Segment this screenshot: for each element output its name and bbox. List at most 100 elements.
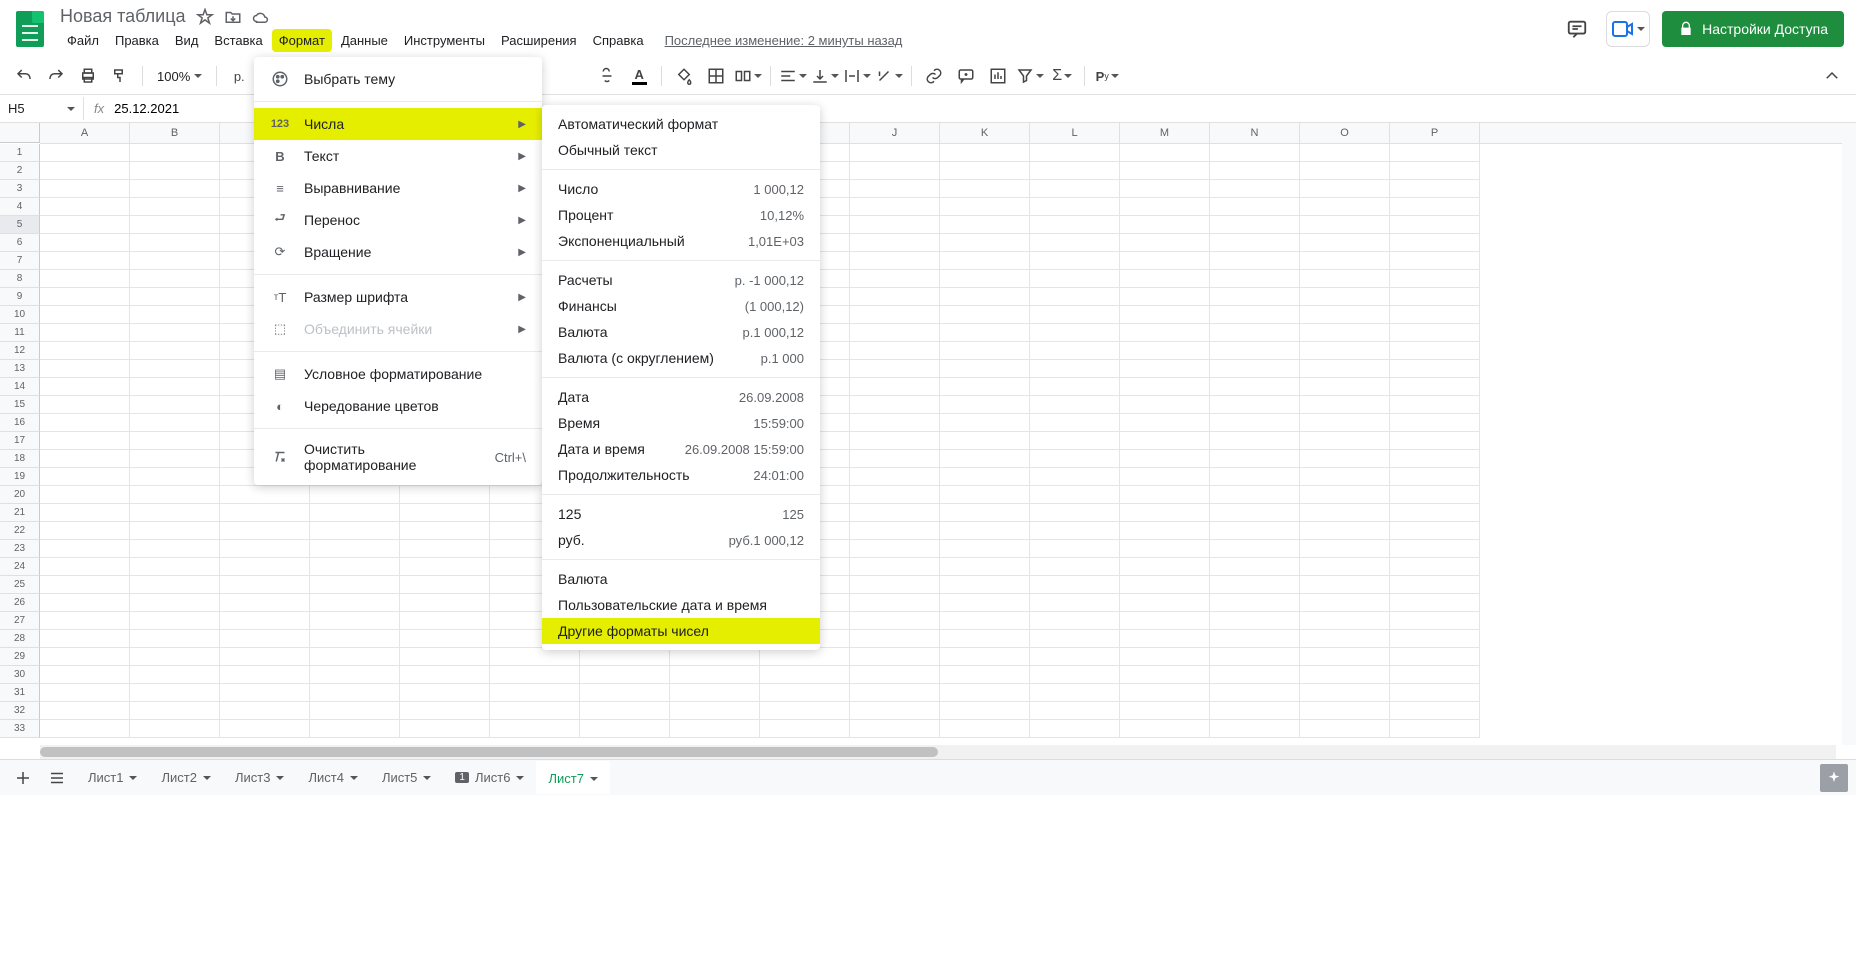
row-header[interactable]: 20 bbox=[0, 486, 40, 504]
cell[interactable] bbox=[940, 378, 1030, 396]
cell[interactable] bbox=[760, 720, 850, 738]
cell[interactable] bbox=[1210, 234, 1300, 252]
cell[interactable] bbox=[400, 504, 490, 522]
cell[interactable] bbox=[1120, 396, 1210, 414]
merge-button[interactable] bbox=[734, 62, 762, 90]
cell[interactable] bbox=[40, 288, 130, 306]
cell[interactable] bbox=[1030, 288, 1120, 306]
cell[interactable] bbox=[1030, 198, 1120, 216]
cell[interactable] bbox=[400, 486, 490, 504]
cell[interactable] bbox=[1210, 342, 1300, 360]
submenu-item[interactable]: Другие форматы чисел bbox=[542, 618, 820, 644]
cell[interactable] bbox=[940, 270, 1030, 288]
cell[interactable] bbox=[1390, 288, 1480, 306]
cell[interactable] bbox=[1120, 306, 1210, 324]
cell[interactable] bbox=[40, 414, 130, 432]
submenu-item[interactable]: Пользовательские дата и время bbox=[542, 592, 820, 618]
cell[interactable] bbox=[1120, 450, 1210, 468]
cell[interactable] bbox=[220, 486, 310, 504]
menu-item[interactable]: ⮐Перенос▶ bbox=[254, 204, 542, 236]
cell[interactable] bbox=[220, 558, 310, 576]
row-header[interactable]: 24 bbox=[0, 558, 40, 576]
cell[interactable] bbox=[40, 612, 130, 630]
row-header[interactable]: 1 bbox=[0, 144, 40, 162]
row-header[interactable]: 7 bbox=[0, 252, 40, 270]
cell[interactable] bbox=[40, 630, 130, 648]
cell[interactable] bbox=[1120, 432, 1210, 450]
cell[interactable] bbox=[40, 234, 130, 252]
menu-item[interactable]: ◐Чередование цветов bbox=[254, 390, 542, 422]
cell[interactable] bbox=[1210, 162, 1300, 180]
sheet-tab[interactable]: Лист7 bbox=[536, 761, 609, 794]
cell[interactable] bbox=[1390, 594, 1480, 612]
submenu-item[interactable]: Экспоненциальный1,01E+03 bbox=[542, 228, 820, 254]
cell[interactable] bbox=[400, 720, 490, 738]
cell[interactable] bbox=[130, 504, 220, 522]
cell[interactable] bbox=[850, 648, 940, 666]
menu-item[interactable]: ≡Выравнивание▶ bbox=[254, 172, 542, 204]
row-header[interactable]: 23 bbox=[0, 540, 40, 558]
cell[interactable] bbox=[1300, 594, 1390, 612]
cell[interactable] bbox=[1300, 288, 1390, 306]
cell[interactable] bbox=[1030, 486, 1120, 504]
col-header-M[interactable]: M bbox=[1120, 123, 1210, 143]
fill-color-button[interactable] bbox=[670, 62, 698, 90]
row-header[interactable]: 5 bbox=[0, 216, 40, 234]
link-button[interactable] bbox=[920, 62, 948, 90]
cell[interactable] bbox=[1120, 702, 1210, 720]
cell[interactable] bbox=[1120, 234, 1210, 252]
cell[interactable] bbox=[1030, 522, 1120, 540]
cell[interactable] bbox=[40, 540, 130, 558]
row-header[interactable]: 22 bbox=[0, 522, 40, 540]
cell[interactable] bbox=[1030, 594, 1120, 612]
cell[interactable] bbox=[1120, 612, 1210, 630]
cell[interactable] bbox=[40, 180, 130, 198]
cell[interactable] bbox=[1300, 558, 1390, 576]
cell[interactable] bbox=[130, 270, 220, 288]
cell[interactable] bbox=[1120, 216, 1210, 234]
strikethrough-button[interactable] bbox=[593, 62, 621, 90]
functions-button[interactable]: Σ bbox=[1048, 62, 1076, 90]
sheet-tab[interactable]: Лист2 bbox=[149, 761, 222, 794]
cell[interactable] bbox=[130, 630, 220, 648]
cell[interactable] bbox=[850, 360, 940, 378]
col-header-N[interactable]: N bbox=[1210, 123, 1300, 143]
submenu-item[interactable]: Дата и время26.09.2008 15:59:00 bbox=[542, 436, 820, 462]
cell[interactable] bbox=[1030, 360, 1120, 378]
cell[interactable] bbox=[850, 702, 940, 720]
cell[interactable] bbox=[760, 702, 850, 720]
cell[interactable] bbox=[1210, 450, 1300, 468]
all-sheets-button[interactable] bbox=[42, 763, 72, 793]
submenu-item[interactable]: Дата26.09.2008 bbox=[542, 384, 820, 410]
cell[interactable] bbox=[1030, 180, 1120, 198]
cell[interactable] bbox=[1210, 414, 1300, 432]
cell[interactable] bbox=[130, 522, 220, 540]
cell[interactable] bbox=[1210, 378, 1300, 396]
cell[interactable] bbox=[1210, 576, 1300, 594]
cell[interactable] bbox=[130, 414, 220, 432]
cell[interactable] bbox=[1210, 216, 1300, 234]
cell[interactable] bbox=[1390, 234, 1480, 252]
cell[interactable] bbox=[1210, 486, 1300, 504]
col-header-L[interactable]: L bbox=[1030, 123, 1120, 143]
valign-button[interactable] bbox=[811, 62, 839, 90]
cell[interactable] bbox=[1390, 432, 1480, 450]
cell[interactable] bbox=[1300, 432, 1390, 450]
cell[interactable] bbox=[220, 648, 310, 666]
cell[interactable] bbox=[850, 216, 940, 234]
cell[interactable] bbox=[220, 576, 310, 594]
col-header-O[interactable]: O bbox=[1300, 123, 1390, 143]
cell[interactable] bbox=[130, 288, 220, 306]
cell[interactable] bbox=[850, 306, 940, 324]
cell[interactable] bbox=[1120, 360, 1210, 378]
cell[interactable] bbox=[1210, 252, 1300, 270]
cell[interactable] bbox=[40, 666, 130, 684]
cell[interactable] bbox=[40, 144, 130, 162]
cell[interactable] bbox=[1300, 648, 1390, 666]
cell[interactable] bbox=[40, 702, 130, 720]
cell[interactable] bbox=[850, 414, 940, 432]
redo-button[interactable] bbox=[42, 62, 70, 90]
cell[interactable] bbox=[40, 684, 130, 702]
cell[interactable] bbox=[400, 630, 490, 648]
cell[interactable] bbox=[130, 216, 220, 234]
